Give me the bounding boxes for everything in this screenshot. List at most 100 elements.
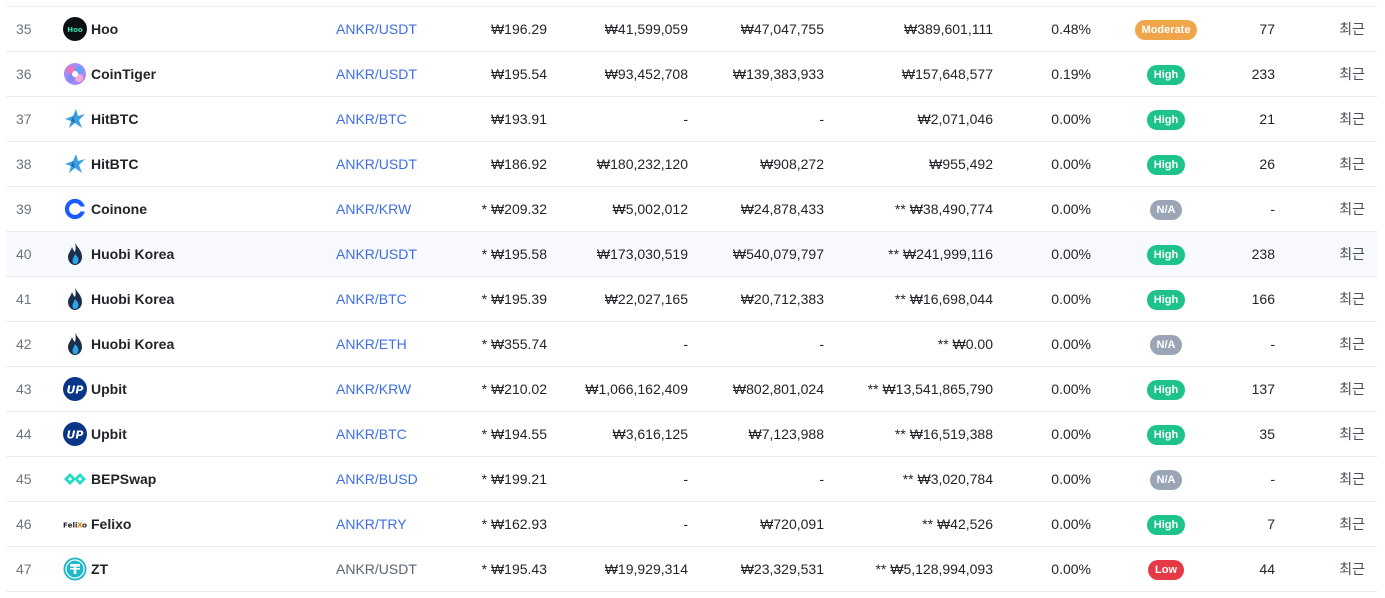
trust-badge: High [1146, 425, 1186, 446]
table-row[interactable]: 41 Huobi Korea ANKR/BTC * ₩195.39 ₩22,027,16… [6, 277, 1377, 322]
trust-badge: Low [1148, 560, 1184, 581]
liquidity-score-cell: 7 [1267, 516, 1275, 532]
table-row[interactable]: 40 Huobi Korea ANKR/USDT * ₩195.58 ₩173,030,… [6, 232, 1377, 277]
exchange-name-link[interactable]: Huobi Korea [91, 322, 321, 366]
trust-score-cell: High [1116, 502, 1216, 546]
table-row[interactable]: 42 Huobi Korea ANKR/ETH * ₩355.74- - ** ₩0.00… [6, 322, 1377, 367]
exchange-name-link[interactable]: HitBTC [91, 142, 321, 186]
volume-cell: ** ₩0.00 [937, 336, 993, 352]
trust-badge: High [1146, 65, 1186, 86]
liquidity-score-cell: 233 [1251, 66, 1275, 82]
last-updated-cell: 최근 [1339, 156, 1365, 172]
svg-text:UP: UP [67, 384, 84, 397]
volume-percent-cell: 0.00% [1051, 471, 1091, 487]
liquidity-score-cell: - [1270, 201, 1275, 217]
volume-percent-cell: 0.00% [1051, 246, 1091, 262]
depth-plus2-cell: - [683, 111, 688, 127]
price-cell: ₩186.92 [490, 156, 547, 172]
table-row[interactable]: 47 ZT ANKR/USDT * ₩195.43 ₩19,929,314 ₩23,329… [6, 547, 1377, 592]
table-row[interactable]: 39 Coinone ANKR/KRW * ₩209.32 ₩5,002,012 ₩24,… [6, 187, 1377, 232]
depth-plus2-cell: ₩173,030,519 [596, 246, 688, 262]
last-updated-cell: 최근 [1339, 201, 1365, 217]
trust-badge: High [1146, 380, 1186, 401]
markets-table: 35 Hoo Hoo ANKR/USDT ₩196.29 ₩41,599,059 ₩47,0… [6, 6, 1377, 592]
depth-plus2-cell: ₩5,002,012 [612, 201, 689, 217]
rank-cell: 45 [16, 471, 32, 487]
exchange-name-link[interactable]: BEPSwap [91, 457, 321, 501]
exchange-name-link[interactable]: Hoo [91, 7, 321, 51]
price-cell: ₩193.91 [490, 111, 547, 127]
trust-score-cell: High [1116, 97, 1216, 141]
price-cell: * ₩194.55 [481, 426, 547, 442]
depth-minus2-cell: ₩23,329,531 [740, 561, 824, 577]
exchange-name-link[interactable]: HitBTC [91, 97, 321, 141]
volume-percent-cell: 0.00% [1051, 561, 1091, 577]
liquidity-score-cell: 137 [1251, 381, 1275, 397]
liquidity-score-cell: - [1270, 471, 1275, 487]
huobi-logo-icon [63, 287, 87, 311]
svg-text:Hoo: Hoo [67, 26, 83, 34]
volume-cell: ** ₩241,999,116 [888, 246, 993, 262]
exchange-name-link[interactable]: Huobi Korea [91, 277, 321, 321]
depth-plus2-cell: ₩19,929,314 [604, 561, 688, 577]
liquidity-score-cell: 166 [1251, 291, 1275, 307]
table-row[interactable]: 36 CoinTiger ANKR/USDT ₩195.54 ₩93,452,708 ₩1… [6, 52, 1377, 97]
volume-percent-cell: 0.00% [1051, 291, 1091, 307]
svg-text:o: o [82, 521, 87, 530]
table-row[interactable]: 37 HitBTC ANKR/BTC ₩193.91- - ₩2,071,046 0.00%… [6, 97, 1377, 142]
table-row[interactable]: 43 UP Upbit ANKR/KRW * ₩210.02 ₩1,066,162,409… [6, 367, 1377, 412]
price-cell: ₩196.29 [490, 21, 547, 37]
table-row[interactable]: 38 HitBTC ANKR/USDT ₩186.92 ₩180,232,120 ₩908… [6, 142, 1377, 187]
depth-plus2-cell: - [683, 471, 688, 487]
volume-percent-cell: 0.00% [1051, 426, 1091, 442]
trust-badge: N/A [1149, 200, 1183, 221]
liquidity-score-cell: 21 [1259, 111, 1275, 127]
trust-badge: Moderate [1134, 20, 1198, 41]
price-cell: * ₩355.74 [481, 336, 547, 352]
last-updated-cell: 최근 [1339, 291, 1365, 307]
rank-cell: 38 [16, 156, 32, 172]
exchange-name-link[interactable]: CoinTiger [91, 52, 321, 96]
volume-cell: ** ₩5,128,994,093 [875, 561, 993, 577]
volume-cell: ** ₩16,519,388 [894, 426, 993, 442]
depth-minus2-cell: ₩139,383,933 [732, 66, 824, 82]
rank-cell: 42 [16, 336, 32, 352]
upbit-logo-icon: UP [63, 377, 87, 401]
rank-cell: 46 [16, 516, 32, 532]
last-updated-cell: 최근 [1339, 516, 1365, 532]
trust-score-cell: High [1116, 52, 1216, 96]
coinone-logo-icon [63, 197, 87, 221]
volume-percent-cell: 0.00% [1051, 516, 1091, 532]
exchange-name-link[interactable]: Upbit [91, 412, 321, 456]
depth-plus2-cell: ₩3,616,125 [612, 426, 689, 442]
exchange-name-link[interactable]: Felixo [91, 502, 321, 546]
depth-plus2-cell: ₩1,066,162,409 [585, 381, 688, 397]
volume-cell: ** ₩38,490,774 [894, 201, 993, 217]
last-updated-cell: 최근 [1339, 21, 1365, 37]
table-row[interactable]: 45 BEPSwap ANKR/BUSD * ₩199.21- - ** ₩3,020,7… [6, 457, 1377, 502]
hitbtc-logo-icon [63, 107, 87, 131]
rank-cell: 36 [16, 66, 32, 82]
price-cell: * ₩210.02 [481, 381, 547, 397]
exchange-name-link[interactable]: Huobi Korea [91, 232, 321, 276]
exchange-name-link[interactable]: ZT [91, 547, 321, 591]
depth-plus2-cell: ₩93,452,708 [604, 66, 688, 82]
svg-text:UP: UP [67, 429, 84, 442]
cointiger-logo-icon [63, 62, 87, 86]
felixo-logo-icon: Feli Xo [63, 512, 87, 536]
trust-score-cell: N/A [1116, 187, 1216, 231]
last-updated-cell: 최근 [1339, 471, 1365, 487]
rank-cell: 39 [16, 201, 32, 217]
table-row[interactable]: 35 Hoo Hoo ANKR/USDT ₩196.29 ₩41,599,059 ₩47,0… [6, 7, 1377, 52]
table-row[interactable]: 46 Feli Xo Felixo ANKR/TRY * ₩162.93- ₩720,091… [6, 502, 1377, 547]
huobi-logo-icon [63, 242, 87, 266]
exchange-name-link[interactable]: Upbit [91, 367, 321, 411]
depth-minus2-cell: - [819, 336, 824, 352]
table-row[interactable]: 44 UP Upbit ANKR/BTC * ₩194.55 ₩3,616,125 ₩7,1… [6, 412, 1377, 457]
trust-badge: N/A [1149, 335, 1183, 356]
exchange-name-link[interactable]: Coinone [91, 187, 321, 231]
trust-badge: High [1146, 245, 1186, 266]
volume-percent-cell: 0.00% [1051, 381, 1091, 397]
volume-cell: ₩2,071,046 [917, 111, 994, 127]
depth-minus2-cell: ₩7,123,988 [748, 426, 825, 442]
